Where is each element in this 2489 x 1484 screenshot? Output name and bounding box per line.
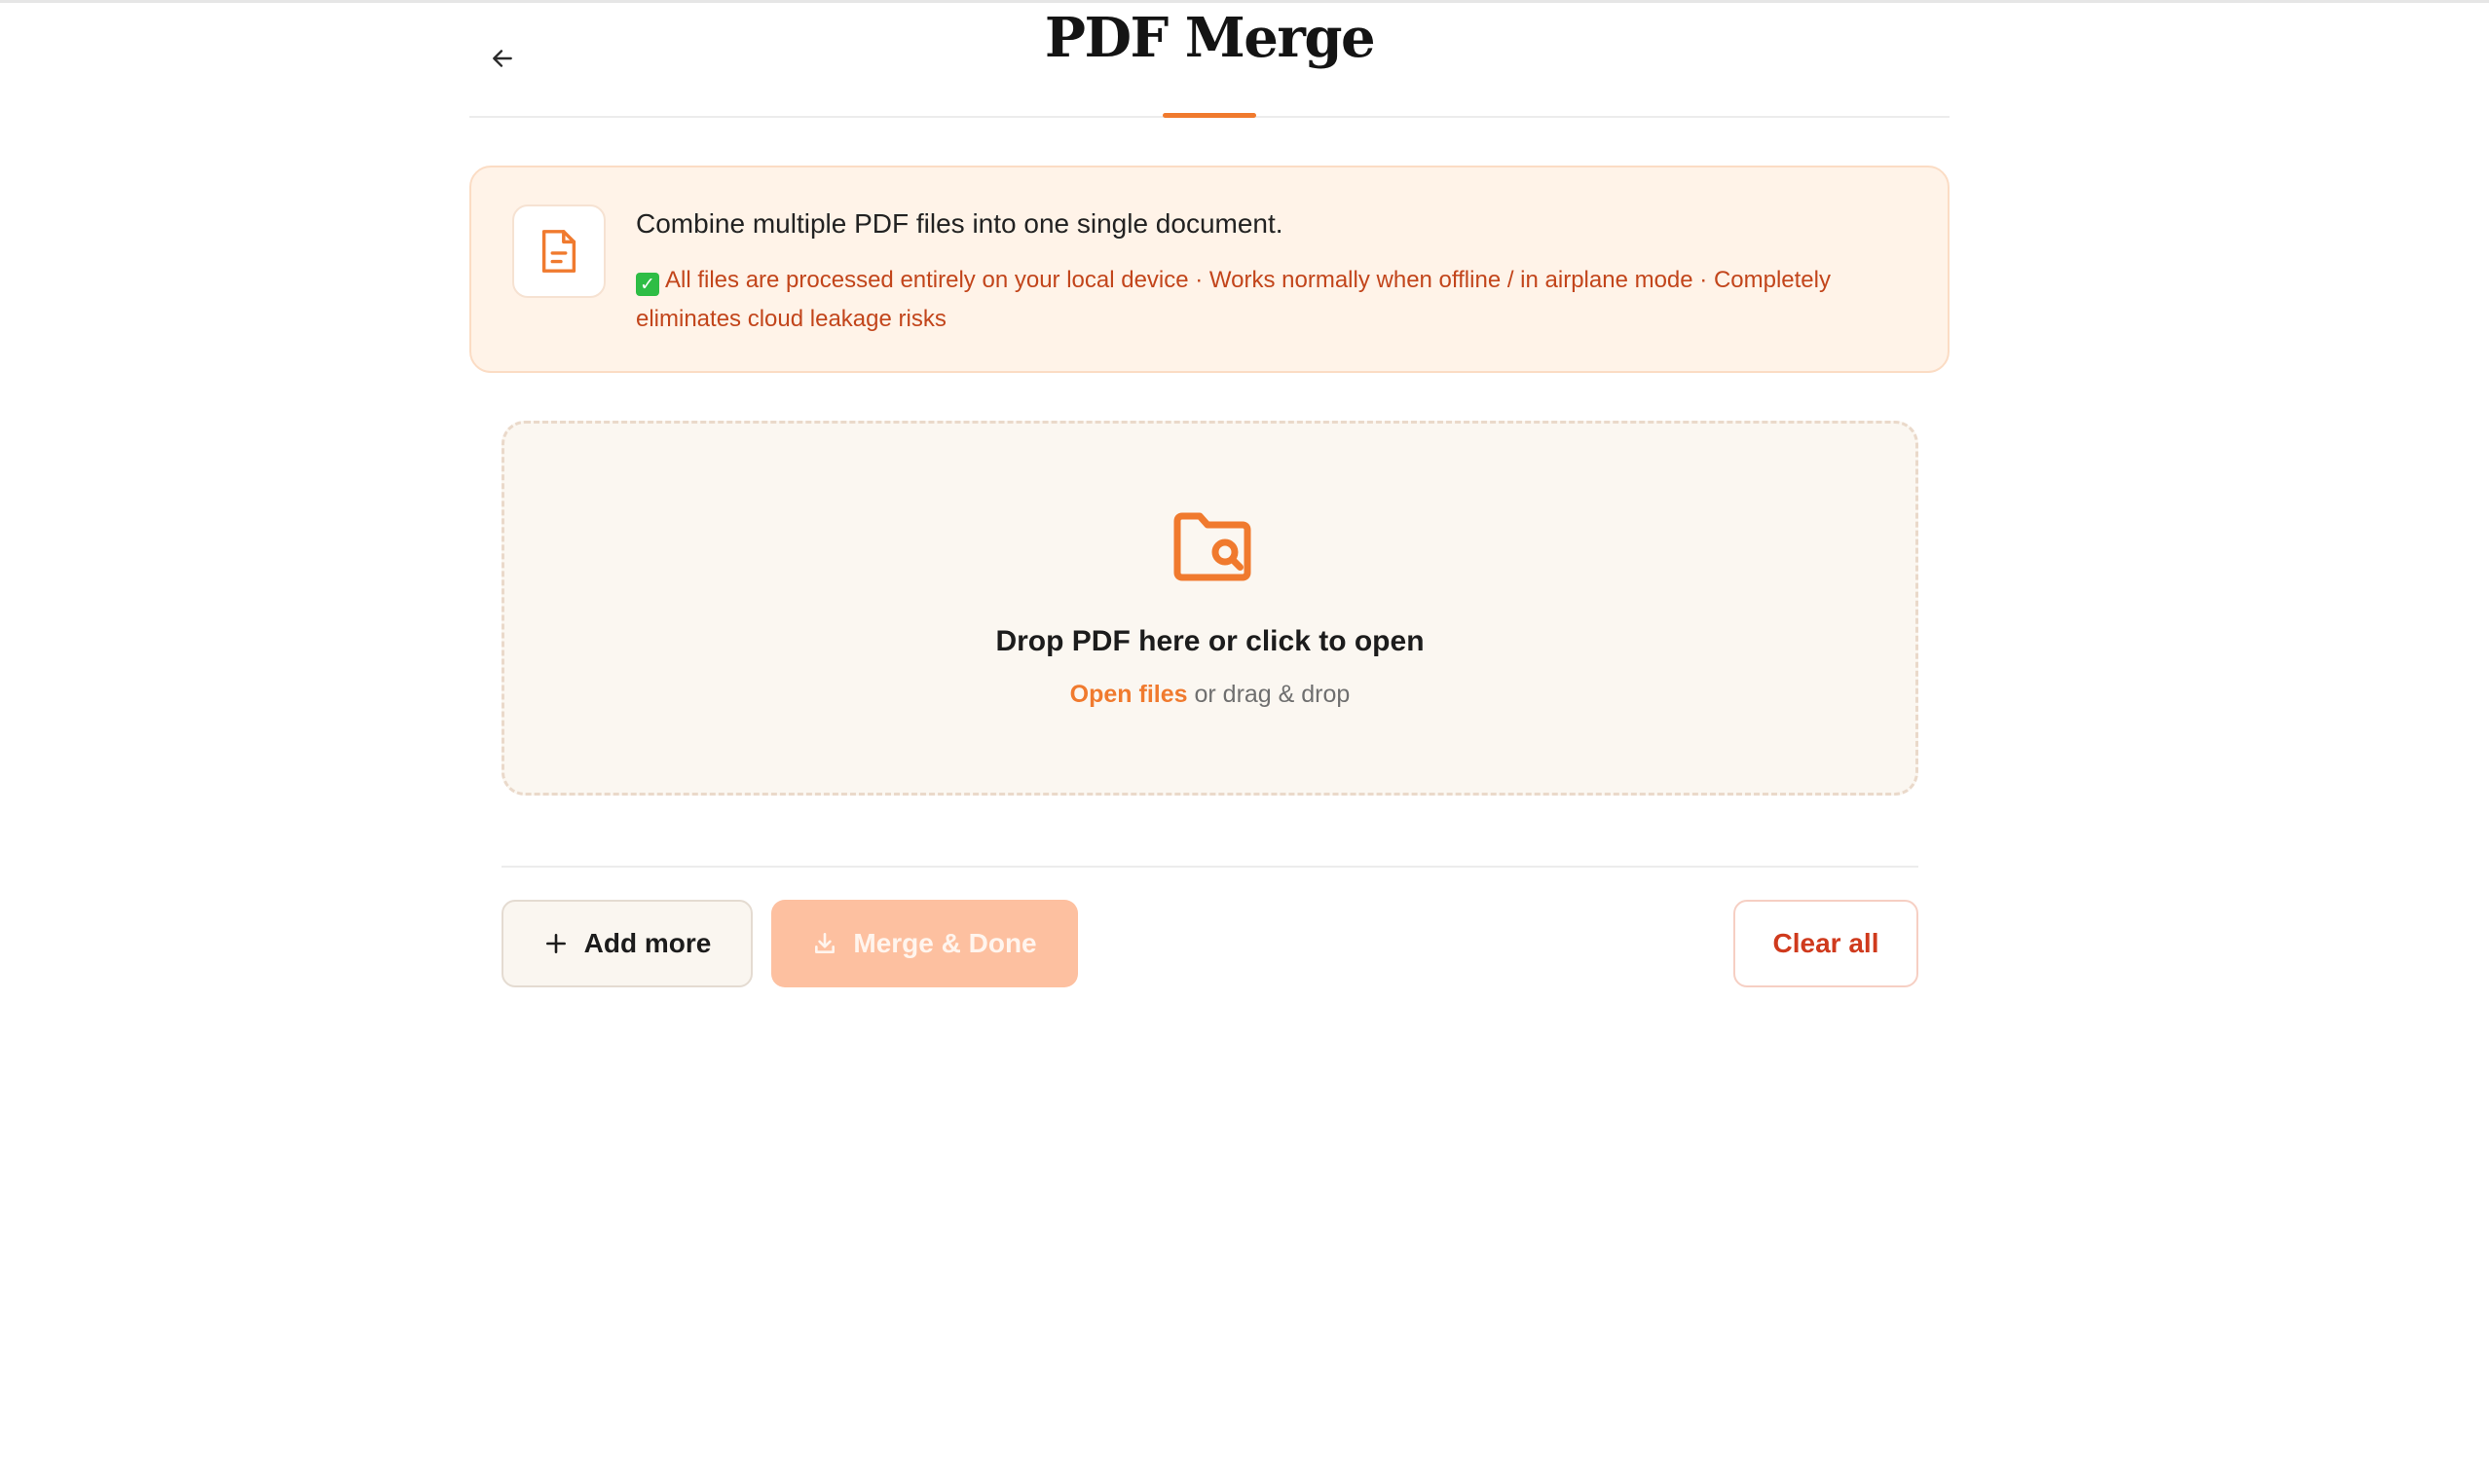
title-active-underline: [1163, 113, 1256, 118]
drag-drop-hint: or drag & drop: [1187, 681, 1351, 708]
add-more-label: Add more: [583, 928, 712, 958]
clear-all-button[interactable]: Clear all: [1733, 900, 1918, 987]
folder-search-icon: [1173, 512, 1251, 581]
banner-title: Combine multiple PDF files into one sing…: [636, 208, 1283, 239]
privacy-note-text: All files are processed entirely on your…: [636, 267, 1831, 332]
add-more-button[interactable]: Add more: [502, 900, 753, 987]
info-banner: Combine multiple PDF files into one sing…: [469, 166, 1950, 373]
page-title: PDF Merge: [1044, 6, 1376, 70]
banner-icon-box: [512, 204, 606, 298]
open-files-link[interactable]: Open files: [1070, 681, 1188, 708]
plus-icon: [545, 934, 566, 953]
drop-zone-subtitle: Open files or drag & drop: [504, 681, 1915, 709]
merge-done-button[interactable]: Merge & Done: [771, 900, 1078, 987]
actions-divider: [502, 866, 1918, 868]
document-icon: [541, 230, 576, 273]
check-box-icon: ✓: [636, 273, 659, 296]
pdf-drop-zone[interactable]: Drop PDF here or click to open Open file…: [502, 421, 1918, 796]
drop-zone-title: Drop PDF here or click to open: [995, 625, 1425, 657]
clear-all-label: Clear all: [1772, 928, 1879, 958]
privacy-note: ✓ All files are processed entirely on you…: [636, 261, 1912, 339]
page-header: PDF Merge: [469, 0, 1950, 118]
pdf-merge-app: PDF Merge Combine multiple PDF files int…: [469, 0, 1950, 1484]
merge-done-label: Merge & Done: [853, 928, 1037, 958]
download-icon: [815, 932, 836, 953]
